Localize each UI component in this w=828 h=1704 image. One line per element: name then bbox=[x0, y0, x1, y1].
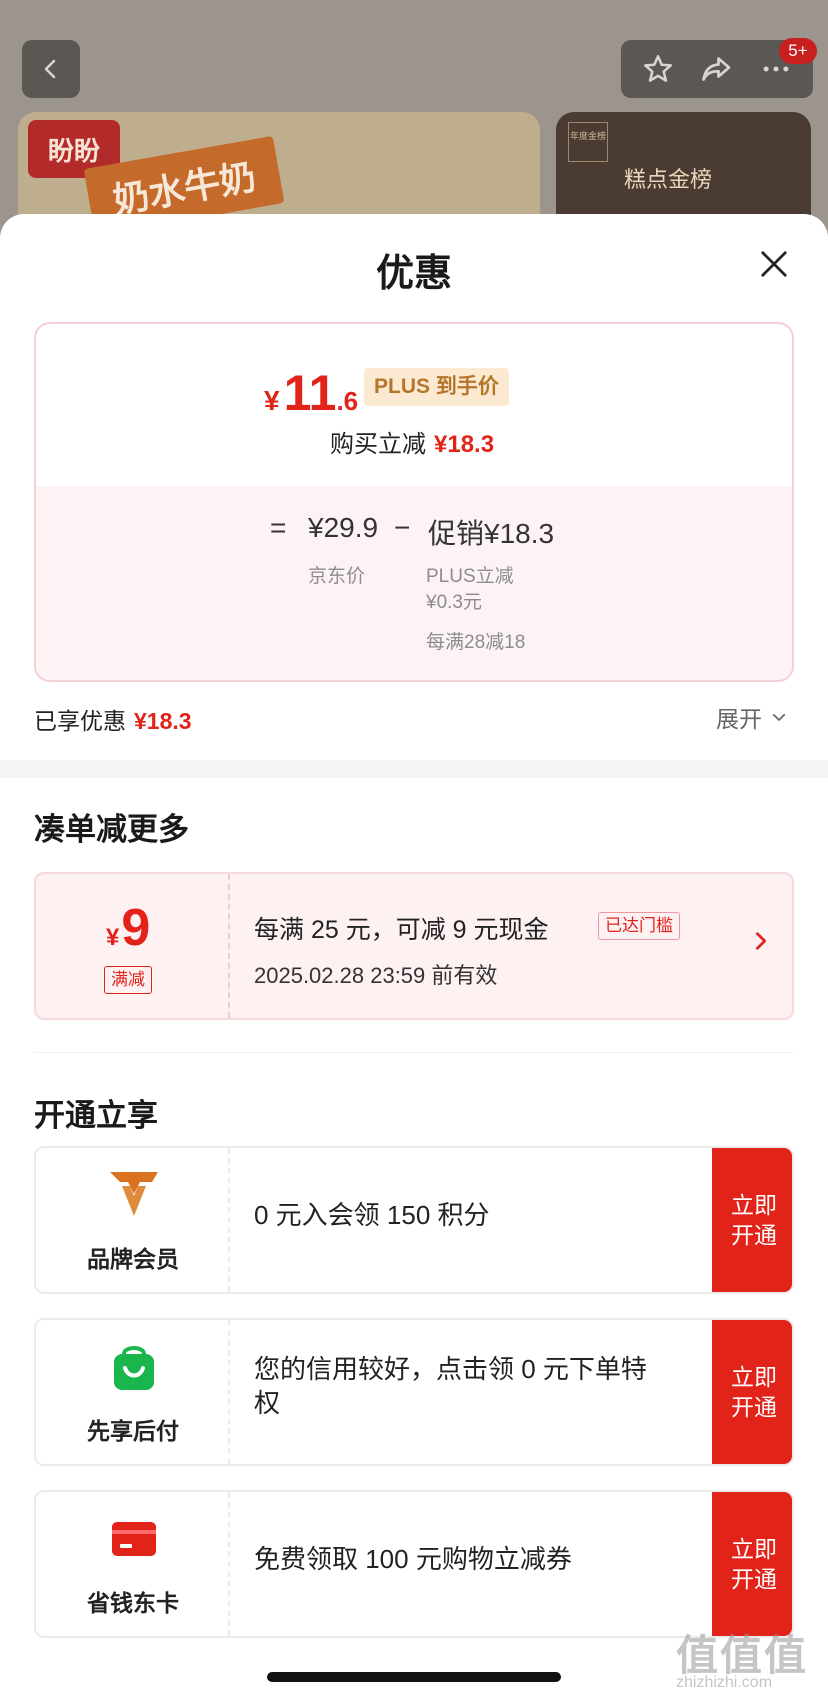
benefit-left: 省钱东卡 bbox=[36, 1492, 230, 1636]
coupon-value-area: ¥ 9 满减 bbox=[36, 874, 230, 1018]
brand-v-icon bbox=[110, 1172, 158, 1216]
final-price-dec: .6 bbox=[336, 386, 359, 416]
full-reduction-coupon[interactable]: ¥ 9 满减 每满 25 元，可减 9 元现金 已达门槛 2025.02.28 … bbox=[34, 872, 794, 1020]
final-price-area: ¥ 11 .6 PLUS 到手价 购买立减 ¥18.3 bbox=[36, 324, 792, 486]
activate-button[interactable]: 立即开通 bbox=[712, 1320, 792, 1464]
enjoyed-label: 已享优惠 bbox=[34, 708, 126, 734]
share-icon[interactable] bbox=[699, 51, 735, 87]
home-indicator[interactable] bbox=[267, 1672, 561, 1682]
chevron-right-icon bbox=[755, 932, 767, 950]
bundle-section-title: 凑单减更多 bbox=[34, 812, 189, 847]
instant-cut-label: 购买立减 bbox=[330, 431, 426, 458]
activate-button[interactable]: 立即开通 bbox=[712, 1492, 792, 1636]
final-price: ¥ 11 .6 bbox=[264, 364, 358, 422]
benefit-name: 先享后付 bbox=[87, 1418, 179, 1444]
watermark-url: zhizhizhi.com bbox=[676, 1674, 773, 1691]
price-formula-area: = ¥29.9 − 促销¥18.3 京东价 PLUS立减 ¥0.3元 每满28减… bbox=[36, 486, 792, 680]
threshold-reached-badge: 已达门槛 bbox=[598, 912, 680, 940]
price-breakdown-card: ¥ 11 .6 PLUS 到手价 购买立减 ¥18.3 = ¥29.9 − 促销¥… bbox=[34, 322, 794, 682]
instant-cut: 购买立减 ¥18.3 bbox=[330, 424, 494, 459]
benefit-left: 先享后付 bbox=[36, 1320, 230, 1464]
activate-button[interactable]: 立即开通 bbox=[712, 1148, 792, 1292]
full-cut-rule: 每满28减18 bbox=[426, 632, 526, 653]
benefit-name: 省钱东卡 bbox=[87, 1590, 179, 1616]
final-price-yen: ¥ bbox=[264, 385, 280, 416]
benefit-card-pay-later[interactable]: 先享后付 您的信用较好，点击领 0 元下单特权 立即开通 bbox=[34, 1318, 794, 1466]
divider-line bbox=[34, 1052, 794, 1053]
benefit-left: 品牌会员 bbox=[36, 1148, 230, 1292]
benefit-card-saving-card[interactable]: 省钱东卡 免费领取 100 元购物立减券 立即开通 bbox=[34, 1490, 794, 1638]
open-section-title: 开通立享 bbox=[34, 1098, 158, 1133]
benefit-card-brand-member[interactable]: 品牌会员 0 元入会领 150 积分 立即开通 bbox=[34, 1146, 794, 1294]
coupon-amount-number: 9 bbox=[121, 899, 151, 957]
jd-price: ¥29.9 bbox=[308, 512, 379, 543]
formula-equals: = bbox=[270, 512, 287, 543]
card-icon bbox=[112, 1522, 156, 1556]
benefit-name: 品牌会员 bbox=[87, 1246, 179, 1272]
enjoyed-value: ¥18.3 bbox=[134, 708, 192, 734]
section-divider bbox=[0, 760, 828, 778]
rank-tag: 年度金榜 bbox=[568, 122, 608, 162]
discount-sheet: 优惠 ¥ 11 .6 PLUS 到手价 购买立减 ¥18.3 = ¥29.9 − … bbox=[0, 214, 828, 1704]
cart-badge: 5+ bbox=[779, 38, 817, 64]
plus-cut-label: PLUS立减 bbox=[426, 566, 514, 587]
shopping-bag-icon bbox=[114, 1346, 154, 1390]
star-icon[interactable] bbox=[641, 52, 675, 86]
benefit-description: 免费领取 100 元购物立减券 bbox=[254, 1544, 572, 1574]
rank-title: 糕点金榜 bbox=[624, 167, 713, 192]
coupon-amount: ¥ 9 bbox=[106, 898, 150, 958]
back-button[interactable] bbox=[22, 40, 80, 98]
close-button[interactable] bbox=[752, 242, 796, 286]
final-price-int: 11 bbox=[283, 365, 337, 421]
coupon-yen: ¥ bbox=[106, 924, 120, 951]
close-icon bbox=[761, 251, 787, 277]
sheet-title: 优惠 bbox=[375, 253, 452, 295]
expand-button[interactable]: 展开 bbox=[716, 700, 788, 734]
enjoyed-discount: 已享优惠 ¥18.3 bbox=[34, 702, 192, 736]
coupon-type-badge: 满减 bbox=[104, 966, 152, 994]
jd-price-label: 京东价 bbox=[308, 566, 366, 587]
formula-minus: − bbox=[394, 512, 411, 543]
instant-cut-value: ¥18.3 bbox=[434, 431, 495, 458]
sheet-header: 优惠 bbox=[0, 214, 828, 310]
background-page: 5+ 盼盼 奶水牛奶 年度金榜 糕点金榜 bbox=[0, 0, 828, 242]
chevron-left-icon bbox=[44, 59, 56, 79]
chevron-down-icon bbox=[772, 713, 786, 721]
expand-label: 展开 bbox=[716, 706, 762, 732]
benefit-description: 您的信用较好，点击领 0 元下单特权 bbox=[254, 1354, 647, 1418]
plus-cut-value: ¥0.3元 bbox=[426, 592, 482, 613]
coupon-description: 每满 25 元，可减 9 元现金 bbox=[254, 916, 549, 944]
benefit-description: 0 元入会领 150 积分 bbox=[254, 1200, 490, 1230]
coupon-validity: 2025.02.28 23:59 前有效 bbox=[254, 963, 498, 988]
promo-amount: 促销¥18.3 bbox=[428, 518, 555, 549]
plus-price-tag: PLUS 到手价 bbox=[364, 368, 509, 406]
